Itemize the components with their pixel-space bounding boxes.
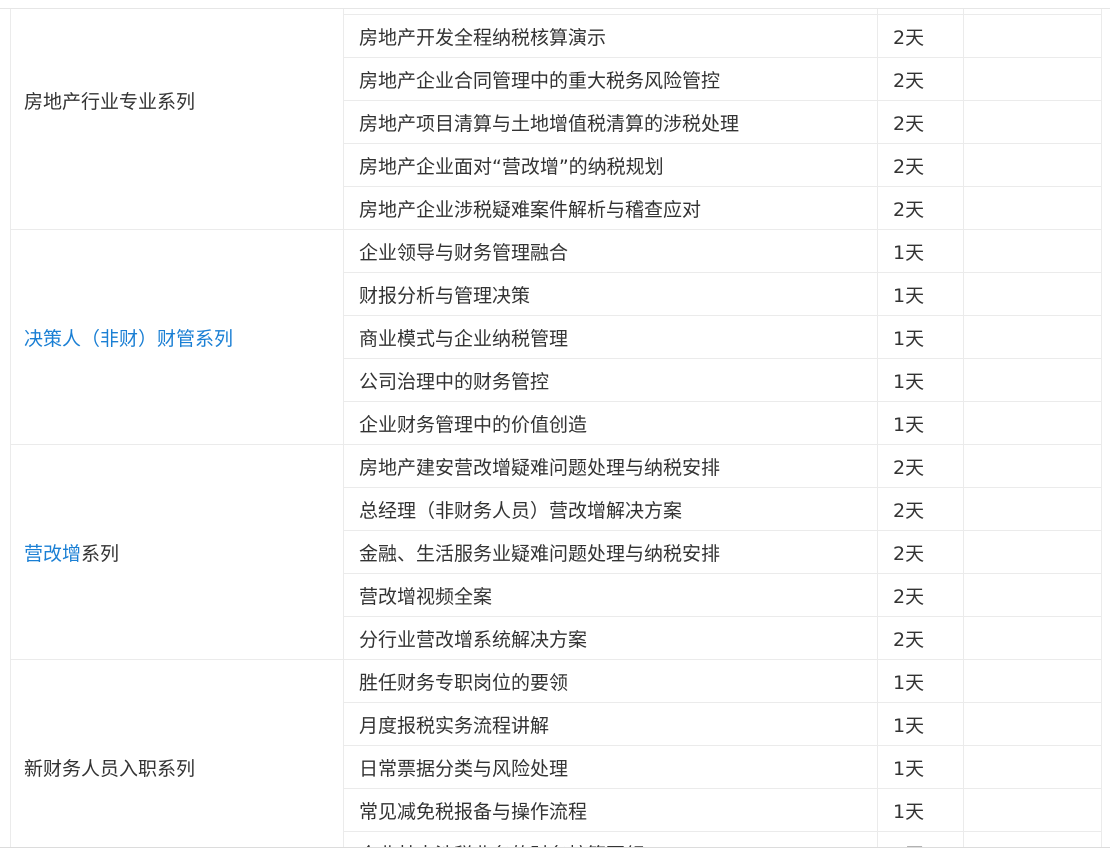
empty-cell [963, 573, 1102, 617]
course-duration: 2天 [877, 57, 964, 101]
empty-cell [963, 143, 1102, 187]
empty-cell [963, 57, 1102, 101]
empty-cell [963, 186, 1102, 230]
bottom-edge-bar [0, 847, 1110, 854]
course-duration: 2天 [877, 186, 964, 230]
category-link[interactable]: 决策人（非财）财管系列 [24, 328, 233, 350]
category-label: 新财务人员入职系列 [24, 757, 196, 780]
course-title: 房地产企业面对“营改增”的纳税规划 [343, 143, 878, 187]
empty-cell [963, 315, 1102, 359]
course-title: 企业领导与财务管理融合 [343, 229, 878, 273]
course-title: 营改增视频全案 [343, 573, 878, 617]
course-title: 企业财务管理中的价值创造 [343, 401, 878, 445]
table-row: 营改增系列 房地产建安营改增疑难问题处理与纳税安排 2天 [10, 444, 1102, 660]
course-title: 财报分析与管理决策 [343, 272, 878, 316]
course-duration: 2天 [877, 573, 964, 617]
category-link[interactable]: 营改增 [24, 543, 81, 565]
course-title: 总经理（非财务人员）营改增解决方案 [343, 487, 878, 531]
empty-cell [963, 616, 1102, 660]
course-duration: 2天 [877, 143, 964, 187]
page-viewport: 房地产行业专业系列 房地产税收政策解析 2天 房地产开发全程纳税核算演示 2天 … [0, 0, 1110, 854]
course-duration: 1天 [877, 315, 964, 359]
course-duration: 1天 [877, 229, 964, 273]
course-duration: 1天 [877, 358, 964, 402]
course-duration: 1天 [877, 272, 964, 316]
course-title: 房地产建安营改增疑难问题处理与纳税安排 [343, 444, 878, 488]
course-duration: 2天 [877, 14, 964, 58]
top-edge-bar [0, 0, 1110, 9]
course-duration: 1天 [877, 401, 964, 445]
empty-cell [963, 14, 1102, 58]
category-cell: 房地产行业专业系列 [10, 0, 344, 230]
course-title: 胜任财务专职岗位的要领 [343, 659, 878, 703]
empty-cell [963, 444, 1102, 488]
empty-cell [963, 788, 1102, 832]
course-duration: 2天 [877, 487, 964, 531]
course-duration: 1天 [877, 745, 964, 789]
course-duration: 2天 [877, 530, 964, 574]
course-table: 房地产行业专业系列 房地产税收政策解析 2天 房地产开发全程纳税核算演示 2天 … [10, 0, 1102, 854]
empty-cell [963, 229, 1102, 273]
course-duration: 2天 [877, 100, 964, 144]
table-row: 决策人（非财）财管系列 企业领导与财务管理融合 1天 [10, 229, 1102, 445]
course-title: 公司治理中的财务管控 [343, 358, 878, 402]
course-duration: 1天 [877, 659, 964, 703]
course-title: 房地产项目清算与土地增值税清算的涉税处理 [343, 100, 878, 144]
course-title: 金融、生活服务业疑难问题处理与纳税安排 [343, 530, 878, 574]
course-title: 房地产开发全程纳税核算演示 [343, 14, 878, 58]
empty-cell [963, 100, 1102, 144]
course-duration: 1天 [877, 702, 964, 746]
empty-cell [963, 745, 1102, 789]
empty-cell [963, 659, 1102, 703]
table-row: 新财务人员入职系列 胜任财务专职岗位的要领 1天 [10, 659, 1102, 854]
course-duration: 1天 [877, 788, 964, 832]
category-cell: 营改增系列 [10, 444, 344, 660]
course-title: 房地产企业涉税疑难案件解析与稽查应对 [343, 186, 878, 230]
course-title: 房地产企业合同管理中的重大税务风险管控 [343, 57, 878, 101]
empty-cell [963, 401, 1102, 445]
course-title: 商业模式与企业纳税管理 [343, 315, 878, 359]
course-title: 月度报税实务流程讲解 [343, 702, 878, 746]
course-duration: 2天 [877, 616, 964, 660]
category-label: 系列 [81, 542, 120, 565]
course-title: 常见减免税报备与操作流程 [343, 788, 878, 832]
empty-cell [963, 487, 1102, 531]
course-duration: 2天 [877, 444, 964, 488]
category-cell: 决策人（非财）财管系列 [10, 229, 344, 445]
course-title: 分行业营改增系统解决方案 [343, 616, 878, 660]
category-label: 房地产行业专业系列 [24, 91, 196, 113]
course-title: 日常票据分类与风险处理 [343, 745, 878, 789]
empty-cell [963, 702, 1102, 746]
category-cell: 新财务人员入职系列 [10, 659, 344, 854]
empty-cell [963, 530, 1102, 574]
empty-cell [963, 272, 1102, 316]
course-table-container: 房地产行业专业系列 房地产税收政策解析 2天 房地产开发全程纳税核算演示 2天 … [10, 0, 1102, 854]
empty-cell [963, 358, 1102, 402]
